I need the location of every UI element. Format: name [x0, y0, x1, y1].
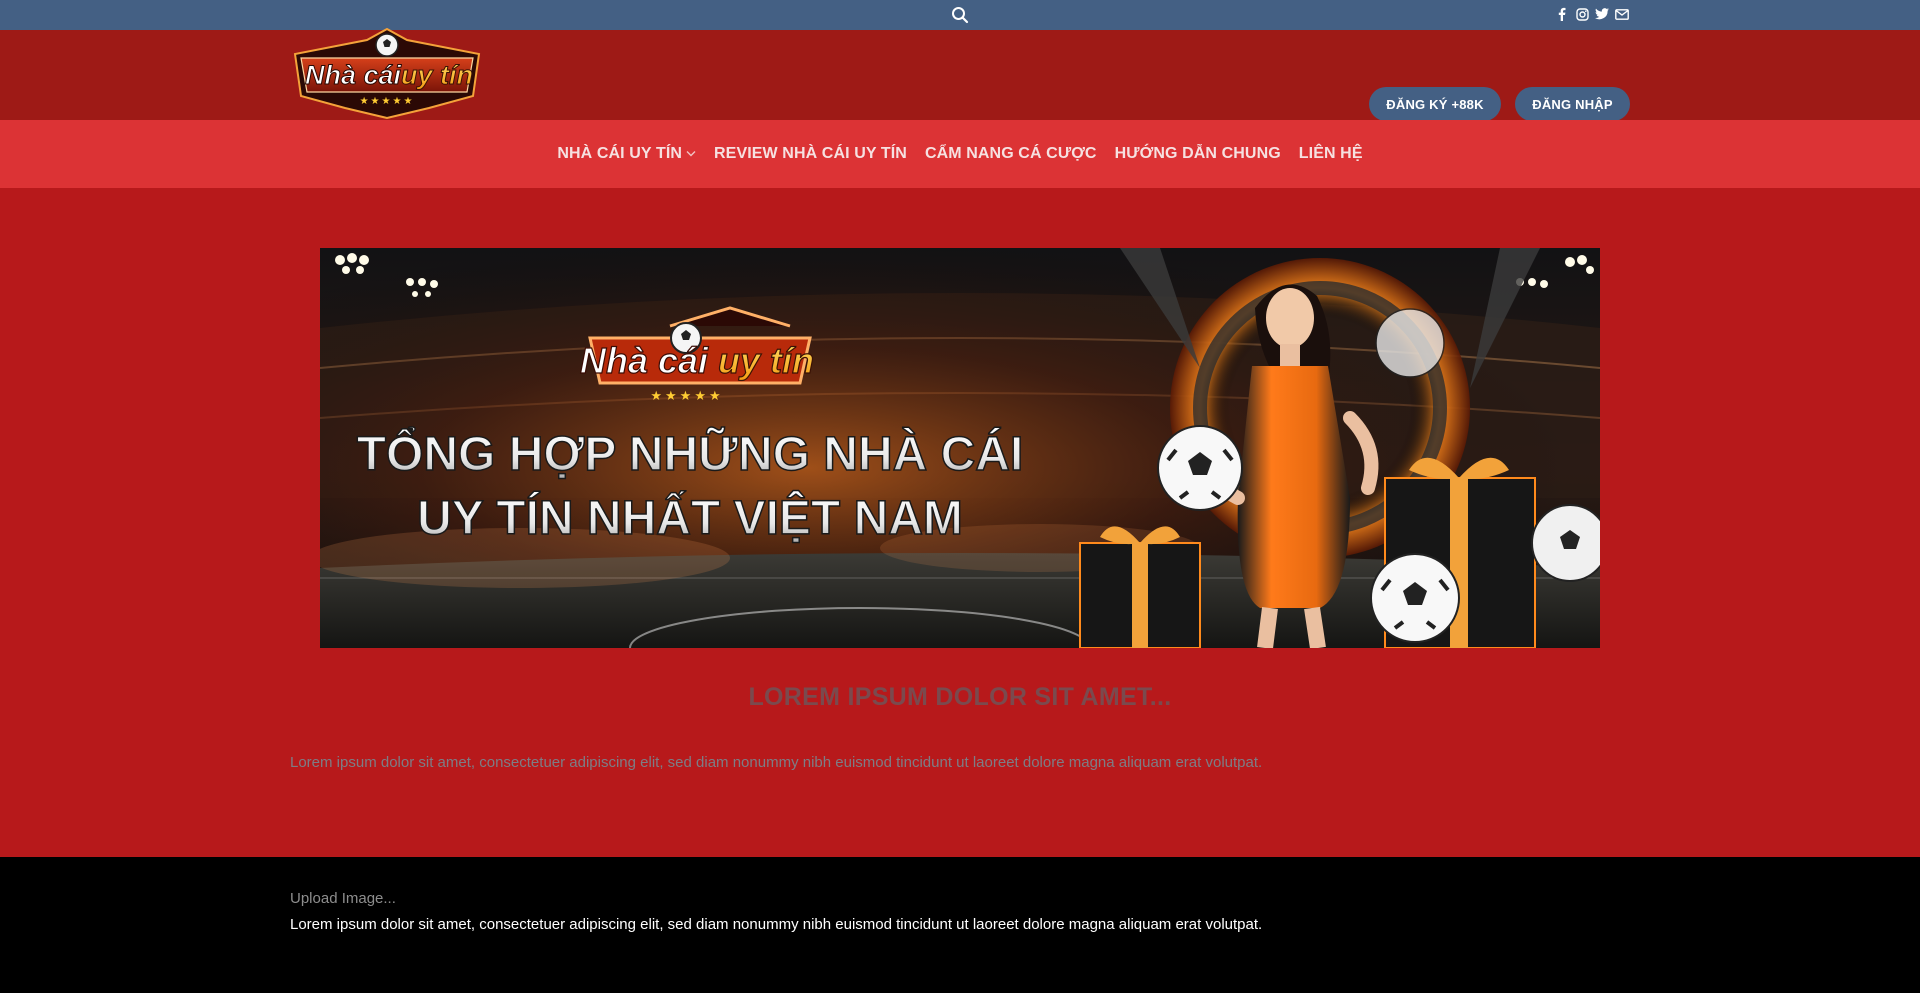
- nav-item-label: LIÊN HỆ: [1298, 145, 1363, 162]
- banner-headline-2: UY TÍN NHẤT VIỆT NAM: [417, 490, 963, 545]
- email-icon[interactable]: [1615, 7, 1629, 21]
- search-icon[interactable]: [951, 6, 969, 24]
- nav-item-cam-nang[interactable]: CẨM NANG CÁ CƯỢC: [925, 145, 1097, 163]
- nav-item-label: CẨM NANG CÁ CƯỢC: [924, 145, 1097, 162]
- nav-item-lien-he[interactable]: LIÊN HỆ: [1299, 145, 1363, 163]
- instagram-icon[interactable]: [1575, 7, 1589, 21]
- page-heading: LOREM IPSUM DOLOR SIT AMET...: [748, 683, 1172, 711]
- banner-logo-text-1: Nhà cái: [580, 340, 709, 381]
- banner-logo-text-2: uy tín: [718, 340, 814, 381]
- nav-item-huong-dan[interactable]: HƯỚNG DẪN CHUNG: [1115, 145, 1281, 163]
- main-nav: NHÀ CÁI UY TÍN REVIEW NHÀ CÁI UY TÍN CẨM…: [0, 120, 1920, 188]
- logo-text-2: uy tín: [401, 60, 473, 90]
- social-links: [1555, 7, 1629, 21]
- nav-item-nha-cai-uy-tin[interactable]: NHÀ CÁI UY TÍN: [557, 145, 696, 163]
- logo-stars: ★★★★★: [360, 96, 415, 107]
- logo-text-1: Nhà cái: [305, 60, 402, 90]
- main-content: Nhà cái uy tín ★★★★★ TỔNG HỢP NHỮNG NHÀ …: [0, 188, 1920, 857]
- header: Nhà cái uy tín ★★★★★ ĐĂNG KÝ +88K ĐĂNG N…: [0, 27, 1920, 121]
- facebook-icon[interactable]: [1555, 7, 1569, 21]
- footer: Upload Image... Lorem ipsum dolor sit am…: [0, 857, 1920, 993]
- footer-text: Lorem ipsum dolor sit amet, consectetuer…: [290, 916, 1263, 933]
- login-button[interactable]: ĐĂNG NHẬP: [1515, 87, 1630, 121]
- site-logo[interactable]: Nhà cái uy tín ★★★★★: [289, 27, 485, 120]
- nav-item-label: HƯỚNG DẪN CHUNG: [1114, 145, 1281, 162]
- banner-headline-1: TỔNG HỢP NHỮNG NHÀ CÁI: [357, 426, 1024, 481]
- banner-logo-stars: ★★★★★: [650, 389, 723, 404]
- twitter-icon[interactable]: [1595, 7, 1609, 21]
- nav-item-label: REVIEW NHÀ CÁI UY TÍN: [714, 145, 907, 162]
- upload-image-placeholder[interactable]: Upload Image...: [290, 890, 396, 907]
- body-paragraph: Lorem ipsum dolor sit amet, consectetuer…: [290, 754, 1263, 771]
- hero-banner[interactable]: Nhà cái uy tín ★★★★★ TỔNG HỢP NHỮNG NHÀ …: [320, 248, 1600, 648]
- top-bar: [0, 0, 1920, 30]
- register-button[interactable]: ĐĂNG KÝ +88K: [1369, 87, 1501, 121]
- nav-item-label: NHÀ CÁI UY TÍN: [557, 145, 683, 162]
- chevron-down-icon: [686, 149, 696, 160]
- nav-item-review[interactable]: REVIEW NHÀ CÁI UY TÍN: [714, 145, 907, 163]
